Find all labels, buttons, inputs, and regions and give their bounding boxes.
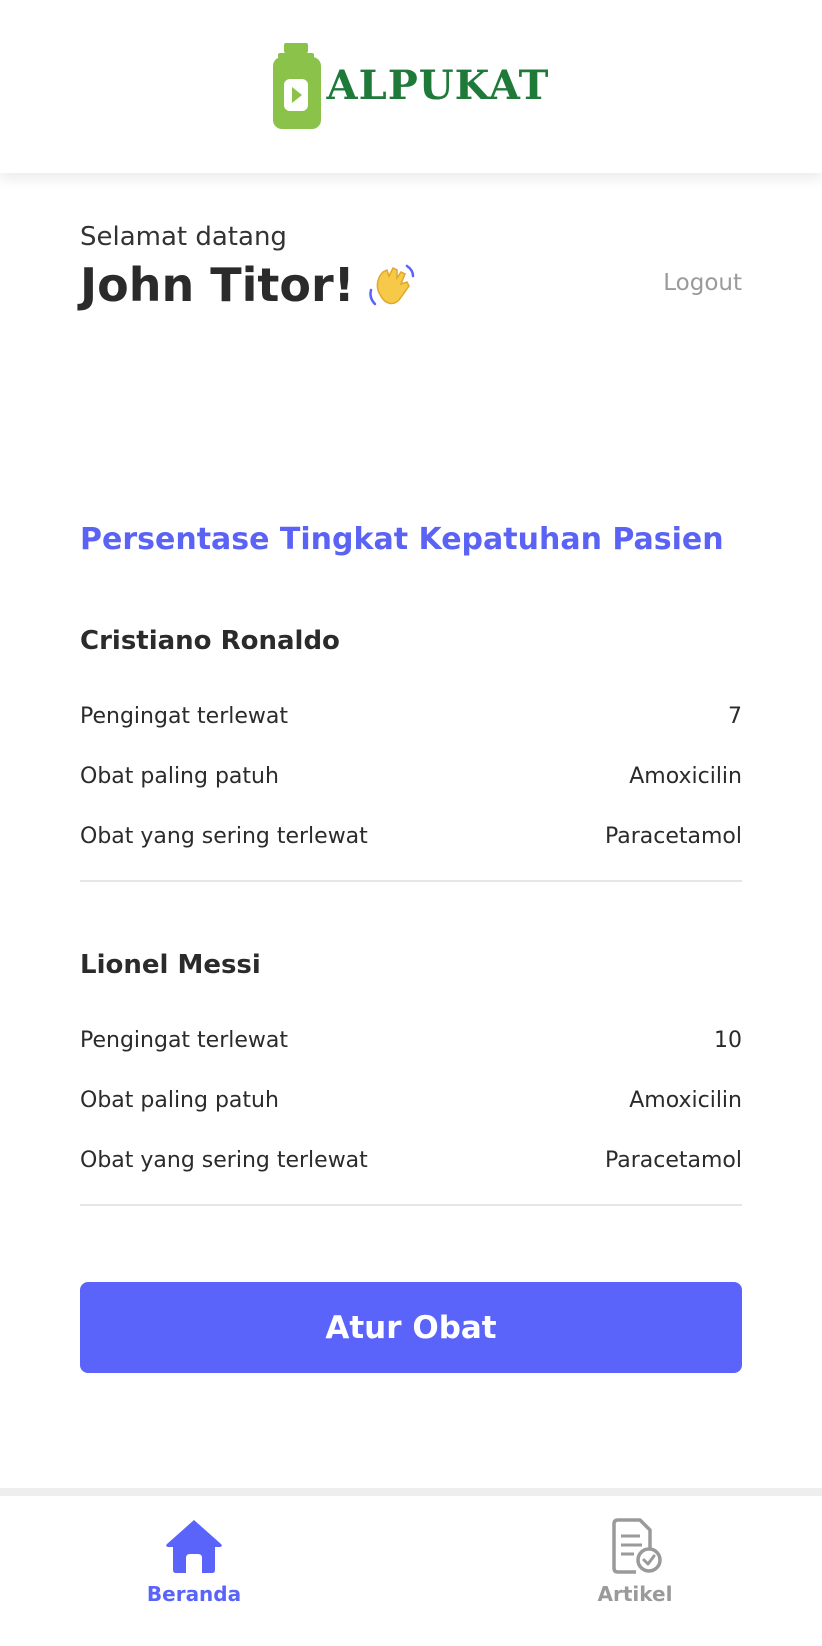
stat-row: Obat paling patuh Amoxicilin: [80, 746, 742, 806]
stat-value: 10: [714, 1027, 742, 1053]
patient-name: Cristiano Ronaldo: [80, 626, 340, 656]
nav-item-artikel[interactable]: Artikel: [555, 1518, 715, 1606]
stat-row: Pengingat terlewat 10: [80, 1010, 742, 1070]
stat-label: Obat paling patuh: [80, 1087, 279, 1113]
stat-value: Amoxicilin: [629, 1087, 742, 1113]
stat-label: Obat yang sering terlewat: [80, 1147, 368, 1173]
stat-value: Paracetamol: [604, 1147, 742, 1173]
nav-label: Beranda: [146, 1582, 242, 1606]
atur-obat-button[interactable]: Atur Obat: [80, 1282, 742, 1373]
stat-value: Amoxicilin: [629, 763, 742, 789]
stat-label: Obat yang sering terlewat: [80, 823, 368, 849]
stat-value: Paracetamol: [604, 823, 742, 849]
nav-item-beranda[interactable]: Beranda: [114, 1518, 274, 1606]
stat-row: Obat yang sering terlewat Paracetamol: [80, 1130, 742, 1190]
greeting-text: Selamat datang: [80, 222, 287, 252]
stat-label: Pengingat terlewat: [80, 703, 289, 729]
stat-value: 7: [728, 703, 742, 729]
bottom-nav-separator: [0, 1488, 822, 1496]
user-name-heading: John Titor!: [80, 258, 417, 312]
patient-card: Lionel Messi Pengingat terlewat 10 Obat …: [80, 950, 742, 1206]
divider: [80, 1204, 742, 1206]
divider: [80, 880, 742, 882]
app-header: ALPUKAT: [0, 0, 822, 173]
welcome-block: Selamat datang John Titor!: [80, 222, 417, 312]
waving-hand-icon: [368, 264, 414, 306]
nav-label: Artikel: [597, 1582, 673, 1606]
stat-row: Obat yang sering terlewat Paracetamol: [80, 806, 742, 866]
medicine-bottle-icon: [272, 42, 321, 129]
stat-row: Obat paling patuh Amoxicilin: [80, 1070, 742, 1130]
stat-row: Pengingat terlewat 7: [80, 686, 742, 746]
bottom-nav: Beranda Artikel: [0, 1496, 822, 1646]
stat-label: Pengingat terlewat: [80, 1027, 289, 1053]
brand-name: ALPUKAT: [326, 62, 550, 109]
stat-label: Obat paling patuh: [80, 763, 279, 789]
app-screen: ALPUKAT Selamat datang John Titor! Logou…: [0, 0, 822, 1646]
logout-link[interactable]: Logout: [663, 270, 742, 296]
section-title: Persentase Tingkat Kepatuhan Pasien: [80, 522, 724, 557]
user-name: John Titor!: [80, 258, 355, 312]
home-icon: [166, 1520, 222, 1573]
patient-card: Cristiano Ronaldo Pengingat terlewat 7 O…: [80, 626, 742, 882]
article-icon: [612, 1518, 662, 1574]
brand-logo: ALPUKAT: [272, 42, 550, 129]
patient-name: Lionel Messi: [80, 950, 261, 980]
